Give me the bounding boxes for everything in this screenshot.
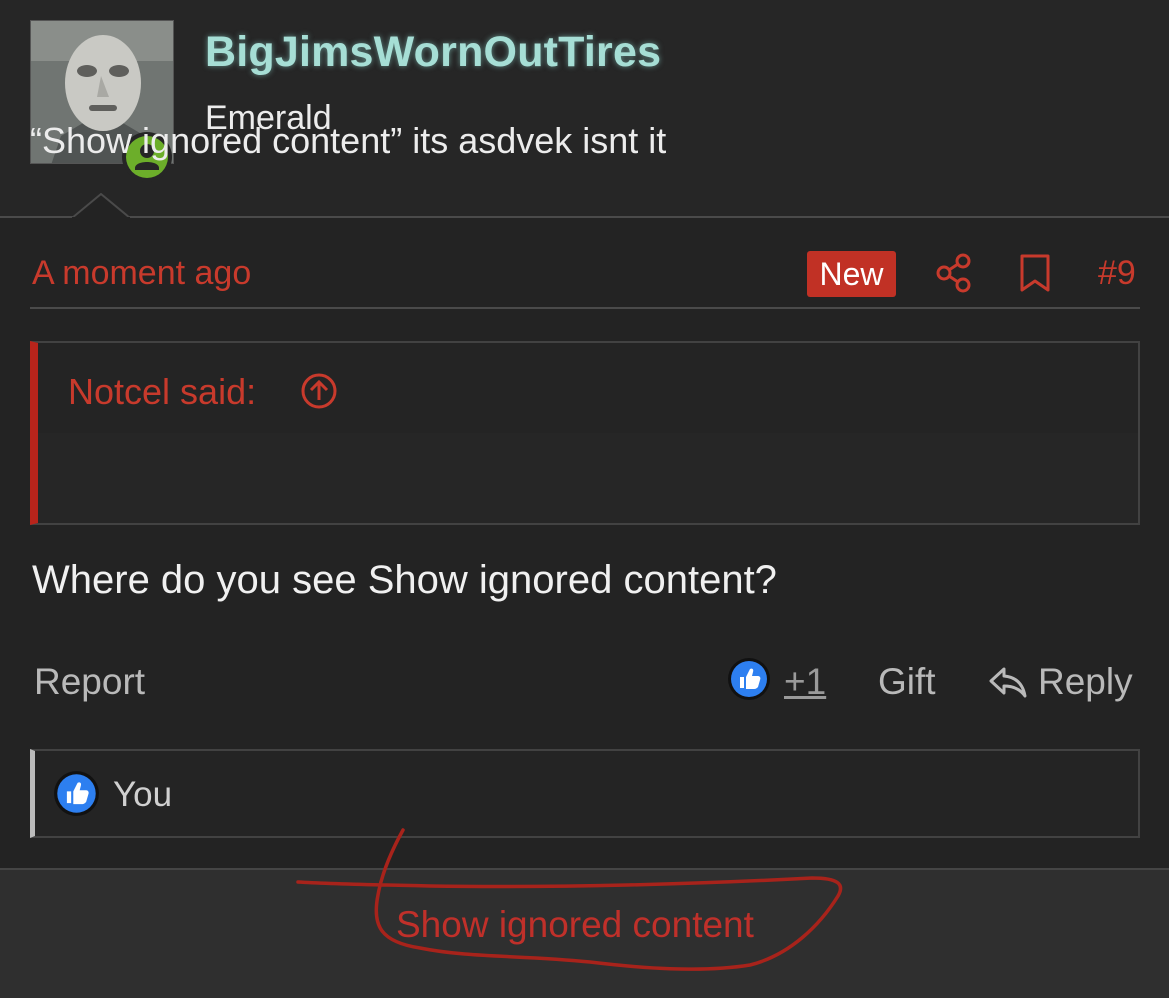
reply-button[interactable]: Reply xyxy=(1038,661,1133,703)
username[interactable]: BigJimsWornOutTires xyxy=(205,28,661,77)
gift-button[interactable]: Gift xyxy=(878,661,936,703)
new-badge: New xyxy=(807,251,896,297)
post-timestamp[interactable]: A moment ago xyxy=(32,254,251,293)
reply-icon[interactable] xyxy=(988,665,1028,699)
arrow-up-circle-icon[interactable] xyxy=(300,372,338,410)
header-pointer xyxy=(72,193,130,219)
header-divider xyxy=(0,216,1169,218)
like-icon xyxy=(54,771,99,816)
reactions-label[interactable]: You xyxy=(113,775,172,815)
report-link[interactable]: Report xyxy=(34,661,145,703)
bookmark-icon[interactable] xyxy=(1015,252,1055,294)
share-icon[interactable] xyxy=(934,252,974,294)
like-count[interactable]: +1 xyxy=(784,661,826,703)
like-icon[interactable] xyxy=(727,657,771,701)
meta-divider xyxy=(30,307,1140,309)
post-message: Where do you see Show ignored content? xyxy=(32,558,777,602)
quote-author[interactable]: Notcel said: xyxy=(68,371,256,413)
quote-body xyxy=(38,433,1138,523)
post-number[interactable]: #9 xyxy=(1098,254,1136,293)
quote-block: Notcel said: xyxy=(30,341,1140,525)
show-ignored-content-link[interactable]: Show ignored content xyxy=(396,904,754,946)
reactions-bar[interactable] xyxy=(30,749,1140,838)
quote-text: “Show ignored content” its asdvek isnt i… xyxy=(30,120,667,161)
